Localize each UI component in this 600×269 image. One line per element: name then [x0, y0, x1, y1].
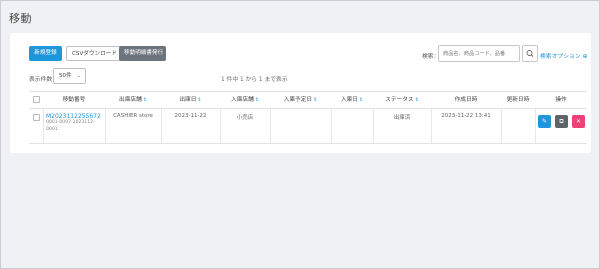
csv-download-button[interactable]: CSVダウンロード [66, 46, 121, 61]
copy-icon: ⧉ [559, 118, 564, 125]
search-button[interactable] [522, 45, 538, 62]
page-title: 移動 [9, 12, 32, 25]
per-page-label: 表示件数 [29, 77, 53, 83]
header-ship-date[interactable]: 出庫日⇕ [161, 92, 220, 108]
new-button[interactable]: 新規登録 [29, 46, 62, 61]
table-row: M2023112255672 0001-0007-2023112-0001 CA… [29, 109, 587, 144]
record-count-text: 1 件中 1 から 1 まで表示 [221, 77, 288, 83]
sort-icon: ⇕ [414, 97, 419, 103]
select-all-checkbox[interactable] [33, 96, 40, 103]
per-page-value: 50件 [59, 73, 72, 79]
search-input[interactable] [438, 45, 520, 62]
to-store-cell: 小売店 [236, 115, 254, 121]
header-created-at[interactable]: 作成日時 [431, 92, 501, 108]
sort-icon: ⇕ [142, 97, 147, 103]
created-at-cell: 2023-11-22 13:41 [441, 113, 491, 119]
header-actions: 操作 [555, 97, 567, 103]
delete-button[interactable]: ✕ [572, 115, 585, 128]
search-options-link[interactable]: 検索オプション ⊕ [540, 51, 587, 60]
transfer-no-link[interactable]: M2023112255672 [46, 113, 101, 120]
transfer-no-cell: M2023112255672 0001-0007-2023112-0001 [46, 113, 101, 133]
status-cell: 出庫済 [393, 115, 411, 121]
header-transfer-no[interactable]: 移動番号 [43, 92, 105, 108]
transfer-sub-code: 0001-0007-2023112-0001 [46, 120, 95, 132]
chevron-down-icon: ⌄ [76, 73, 81, 79]
chevron-circle-icon: ⊕ [582, 53, 588, 60]
transfer-table: 移動番号 出庫店舗⇕ 出庫日⇕ 入庫店舗⇕ 入庫予定日⇕ 入庫日⇕ ステータス⇕… [29, 91, 587, 144]
table-header: 移動番号 出庫店舗⇕ 出庫日⇕ 入庫店舗⇕ 入庫予定日⇕ 入庫日⇕ ステータス⇕… [29, 91, 587, 109]
edit-icon: ✎ [541, 118, 548, 125]
issue-transfer-slip-button[interactable]: 移動明細書発行 [119, 46, 166, 61]
edit-button[interactable]: ✎ [538, 115, 551, 128]
header-from-store[interactable]: 出庫店舗⇕ [105, 92, 161, 108]
per-page-select[interactable]: 50件 ⌄ [53, 68, 86, 84]
header-updated-at[interactable]: 更新日時 [501, 92, 535, 108]
sort-icon: ⇕ [358, 97, 364, 103]
close-icon: ✕ [575, 118, 582, 125]
header-planned-date[interactable]: 入庫予定日⇕ [270, 92, 331, 108]
search-label: 検索： [422, 54, 440, 60]
sort-icon: ⇕ [197, 97, 202, 103]
sort-icon: ⇕ [313, 97, 318, 103]
from-store-cell: CASHIER store [113, 113, 153, 119]
header-arrival-date[interactable]: 入庫日⇕ [331, 92, 373, 108]
header-to-store[interactable]: 入庫店舗⇕ [220, 92, 270, 108]
copy-button[interactable]: ⧉ [555, 115, 568, 128]
search-icon [526, 50, 534, 57]
search-options-label: 検索オプション [540, 54, 581, 60]
ship-date-cell: 2023-11-22 [174, 113, 207, 119]
row-checkbox[interactable] [33, 114, 40, 121]
sort-icon: ⇕ [254, 97, 259, 103]
main-card: 新規登録 CSVダウンロード 移動明細書発行 検索： 検索オプション ⊕ 表示件… [10, 33, 591, 153]
header-status[interactable]: ステータス⇕ [373, 92, 431, 108]
